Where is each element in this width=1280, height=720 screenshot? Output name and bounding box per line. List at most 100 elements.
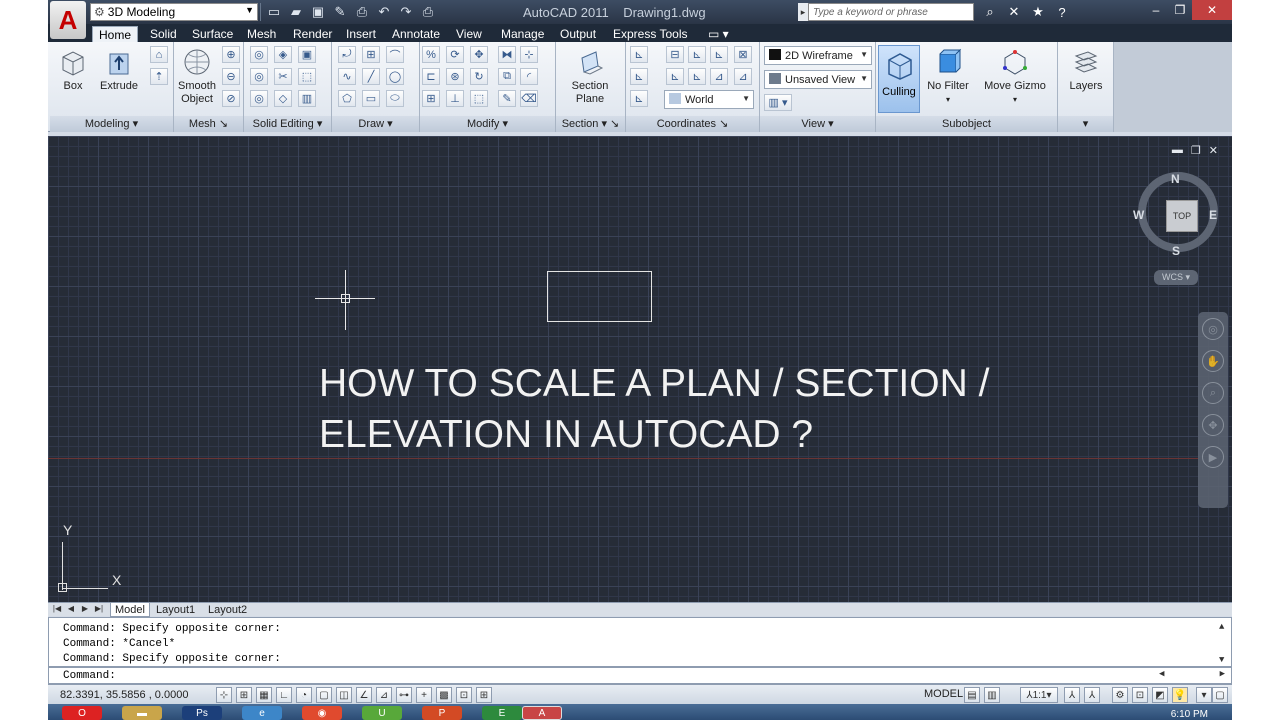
tab-mesh[interactable]: Mesh bbox=[241, 26, 282, 42]
panel-title-section[interactable]: Section ▾ ↘ bbox=[556, 116, 625, 132]
panel-title-mesh[interactable]: Mesh ↘ bbox=[174, 116, 243, 132]
separate-icon[interactable]: ▥ bbox=[298, 90, 316, 107]
otrack-icon[interactable]: ∠ bbox=[356, 687, 372, 703]
section-plane-button[interactable]: Section Plane bbox=[566, 48, 614, 106]
drawing-viewport[interactable]: ▬ ❐ ✕ HOW TO SCALE A PLAN / SECTION / EL… bbox=[48, 136, 1232, 602]
imprint-icon[interactable]: ⬚ bbox=[298, 68, 316, 85]
plot-icon[interactable]: ⎙ bbox=[353, 3, 371, 21]
ucs-previous-icon[interactable]: ⊾ bbox=[666, 68, 684, 85]
tab-render[interactable]: Render bbox=[287, 26, 338, 42]
tab-solid[interactable]: Solid bbox=[144, 26, 183, 42]
ucs-view-icon[interactable]: ⊾ bbox=[688, 68, 706, 85]
prev-layout-icon[interactable]: ◀ bbox=[66, 604, 76, 616]
ucs-y-icon[interactable]: ⊿ bbox=[734, 68, 752, 85]
photoshop-icon[interactable]: Ps bbox=[182, 706, 222, 720]
wcs-menu[interactable]: WCS ▾ bbox=[1154, 270, 1198, 285]
circle-icon[interactable]: ◯ bbox=[386, 68, 404, 85]
command-scrollbar[interactable]: ▲ ▼ bbox=[1219, 620, 1229, 668]
union-icon[interactable]: ◎ bbox=[250, 46, 268, 63]
redo-icon[interactable]: ↷ bbox=[397, 3, 415, 21]
steering-wheel-icon[interactable]: ◎ bbox=[1202, 318, 1224, 340]
minimize-icon[interactable]: ▬ bbox=[1172, 144, 1183, 157]
lineweight-icon[interactable]: + bbox=[416, 687, 432, 703]
smooth-more-icon[interactable]: ⊕ bbox=[222, 46, 240, 63]
excel-icon[interactable]: E bbox=[482, 706, 522, 720]
match-properties-icon[interactable]: ✎ bbox=[498, 90, 516, 107]
ucs-named-icon[interactable]: ⊟ bbox=[666, 46, 684, 63]
array-icon[interactable]: ⊞ bbox=[422, 90, 440, 107]
panel-title-layers[interactable]: ▾ bbox=[1058, 116, 1113, 132]
arc-icon[interactable]: ⌒ bbox=[386, 46, 404, 63]
workspace-dropdown[interactable]: ⚙ 3D Modeling ▼ bbox=[90, 3, 258, 21]
tab-insert[interactable]: Insert bbox=[340, 26, 382, 42]
restore-icon[interactable]: ❐ bbox=[1191, 144, 1201, 157]
quick-view-drawings-icon[interactable]: ▥ bbox=[984, 687, 1000, 703]
tab-layout2[interactable]: Layout2 bbox=[204, 603, 251, 617]
line-icon[interactable]: ╱ bbox=[362, 68, 380, 85]
refine-mesh-icon[interactable]: ⊘ bbox=[222, 90, 240, 107]
transparency-icon[interactable]: ▩ bbox=[436, 687, 452, 703]
panel-title-modeling[interactable]: Modeling ▾ bbox=[50, 116, 173, 132]
hardware-acceleration-icon[interactable]: ◩ bbox=[1152, 687, 1168, 703]
visual-style-dropdown[interactable]: 2D Wireframe ▼ bbox=[764, 46, 872, 65]
viewcube-top-face[interactable]: TOP bbox=[1166, 200, 1198, 232]
orbit-icon[interactable]: ✥ bbox=[1202, 414, 1224, 436]
viewport-config-icon[interactable]: ▥ ▾ bbox=[764, 94, 792, 111]
showmotion-icon[interactable]: ▶ bbox=[1202, 446, 1224, 468]
help-icon[interactable]: ? bbox=[1052, 3, 1072, 21]
panel-title-subobject[interactable]: Subobject bbox=[876, 116, 1057, 132]
3d-rotate-icon[interactable]: ⟳ bbox=[446, 46, 464, 63]
auto-scale-icon[interactable]: ⅄ bbox=[1084, 687, 1100, 703]
compass-north[interactable]: N bbox=[1171, 172, 1180, 186]
ucs-3point-icon[interactable]: ⊠ bbox=[734, 46, 752, 63]
panel-title-solid-editing[interactable]: Solid Editing ▾ bbox=[244, 116, 331, 132]
tab-layout1[interactable]: Layout1 bbox=[152, 603, 199, 617]
panel-title-draw[interactable]: Draw ▾ bbox=[332, 116, 419, 132]
annotation-scale[interactable]: ⅄ 1:1 ▾ bbox=[1020, 687, 1058, 703]
3d-array-icon[interactable]: ⊛ bbox=[446, 68, 464, 85]
workspace-switching-icon[interactable]: ⚙ bbox=[1112, 687, 1128, 703]
polygon-icon[interactable]: ⬠ bbox=[338, 90, 356, 107]
layers-button[interactable]: Layers bbox=[1062, 48, 1110, 93]
star-icon[interactable]: ★ bbox=[1028, 3, 1048, 21]
3d-align-icon[interactable]: ⊏ bbox=[422, 68, 440, 85]
close-icon[interactable]: ✕ bbox=[1209, 144, 1218, 157]
intersect-icon[interactable]: ◎ bbox=[250, 90, 268, 107]
restore-icon[interactable]: ❐ bbox=[1168, 0, 1192, 20]
erase-icon[interactable]: ⌫ bbox=[520, 90, 538, 107]
autocad-taskbar-icon[interactable]: A bbox=[522, 706, 562, 720]
undo-icon[interactable]: ↶ bbox=[375, 3, 393, 21]
tab-annotate[interactable]: Annotate bbox=[386, 26, 446, 42]
first-layout-icon[interactable]: |◀ bbox=[52, 604, 62, 616]
wrench-icon[interactable]: ✕ bbox=[1004, 3, 1024, 21]
binoculars-icon[interactable]: ⌕ bbox=[980, 3, 1000, 21]
slice-icon[interactable]: ✂ bbox=[274, 68, 292, 85]
compass-west[interactable]: W bbox=[1133, 208, 1144, 222]
compass-south[interactable]: S bbox=[1172, 244, 1180, 258]
close-icon[interactable]: ✕ bbox=[1192, 0, 1232, 20]
panel-title-modify[interactable]: Modify ▾ bbox=[420, 116, 555, 132]
drawn-rectangle[interactable] bbox=[547, 271, 652, 322]
move-gizmo-button[interactable]: Move Gizmo ▾ bbox=[980, 48, 1050, 106]
annotation-visibility-icon[interactable]: ⅄ bbox=[1064, 687, 1080, 703]
last-layout-icon[interactable]: ▶| bbox=[94, 604, 104, 616]
ellipse-icon[interactable]: ⬭ bbox=[386, 90, 404, 107]
subtract-icon[interactable]: ◎ bbox=[250, 68, 268, 85]
copy-icon[interactable]: ⧉ bbox=[498, 68, 516, 85]
smooth-object-button[interactable]: Smooth Object bbox=[174, 48, 220, 106]
compass-east[interactable]: E bbox=[1209, 208, 1217, 222]
move-icon[interactable]: ✥ bbox=[470, 46, 488, 63]
tab-manage[interactable]: Manage bbox=[495, 26, 550, 42]
search-toggle-icon[interactable]: ▸ bbox=[798, 3, 808, 21]
stretch-icon[interactable]: ⬚ bbox=[470, 90, 488, 107]
app-icon[interactable]: U bbox=[362, 706, 402, 720]
open-icon[interactable]: ▰ bbox=[287, 3, 305, 21]
ucs-dropdown[interactable]: World ▼ bbox=[664, 90, 754, 109]
scale-icon[interactable]: % bbox=[422, 46, 440, 63]
isolate-objects-icon[interactable]: 💡 bbox=[1172, 687, 1188, 703]
scroll-right-icon[interactable]: ▶ bbox=[1220, 669, 1225, 682]
spline-icon[interactable]: ∿ bbox=[338, 68, 356, 85]
dynamic-input-icon[interactable]: ⊶ bbox=[396, 687, 412, 703]
mirror-icon[interactable]: ⧓ bbox=[498, 46, 516, 63]
print-icon[interactable]: ⎙ bbox=[419, 3, 437, 21]
